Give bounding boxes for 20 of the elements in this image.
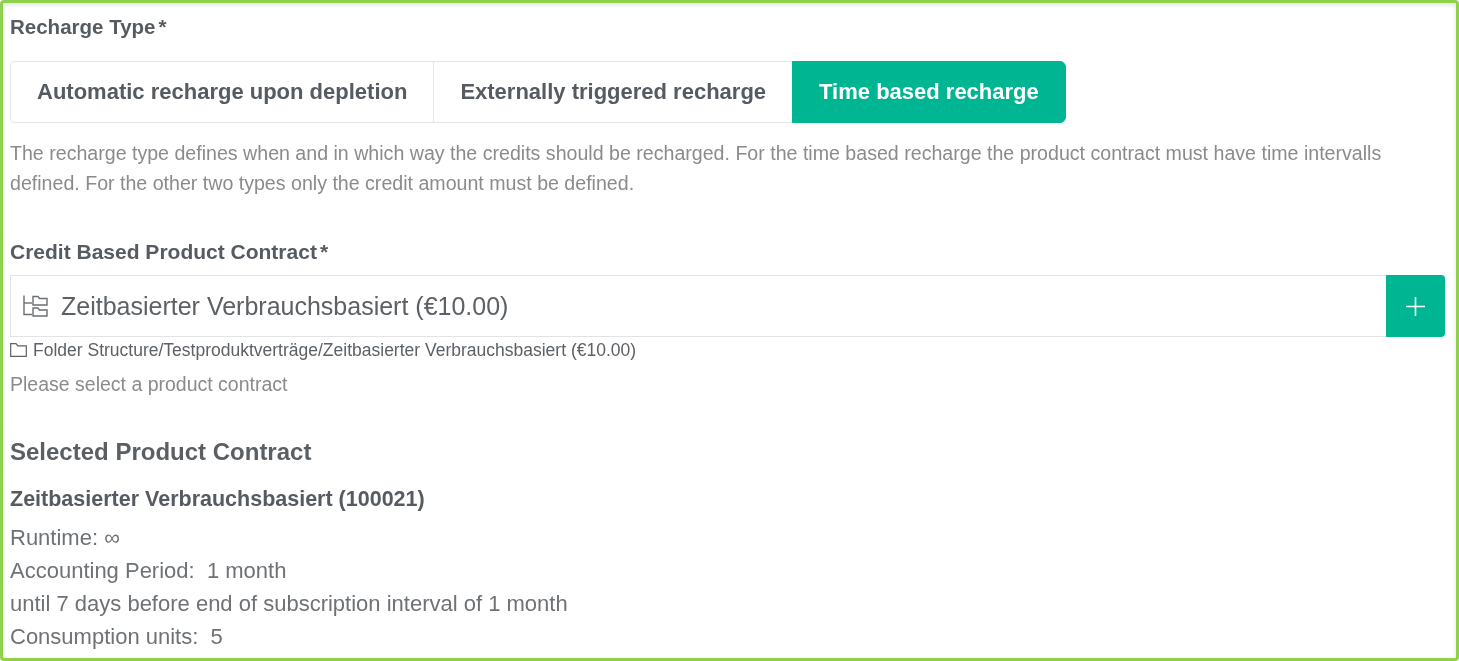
recharge-type-tab[interactable]: Automatic recharge upon depletion	[10, 61, 435, 123]
detail-line: Consumption units: 5	[10, 623, 224, 651]
required-mark: *	[319, 240, 329, 264]
recharge-type-tab[interactable]: Externally triggered recharge	[433, 61, 794, 123]
add-button[interactable]	[1386, 275, 1445, 337]
required-mark: *	[158, 15, 167, 39]
detail-line: Accounting Period: 1 month	[10, 557, 288, 585]
detail-line: Runtime: ∞	[10, 524, 121, 552]
product-contract-field[interactable]: Zeitbasierter Verbrauchsbasiert (€10.00)	[10, 275, 1386, 337]
folder-icon	[10, 343, 27, 357]
plus-icon	[1406, 296, 1425, 316]
help-text: The recharge type defines when and in which way the credits should be recharged. For the time based recharge the product contract must have time intervalls defined. For the other two types only the credit amount must be defined.	[10, 141, 1383, 196]
section-heading: Selected Product Contract	[10, 437, 313, 467]
hint-text: Please select a product contract	[10, 372, 289, 397]
detail-line: until 7 days before end of subscription interval of 1 month	[10, 590, 569, 618]
contract-name: Zeitbasierter Verbrauchsbasiert (100021)	[10, 486, 426, 512]
field-label: Recharge Type	[10, 15, 156, 39]
folder-path: Folder Structure/Testproduktverträge/Zeitbasierter Verbrauchsbasiert (€10.00)	[33, 339, 637, 361]
tree-icon	[22, 295, 48, 317]
field-label: Credit Based Product Contract	[10, 240, 317, 264]
